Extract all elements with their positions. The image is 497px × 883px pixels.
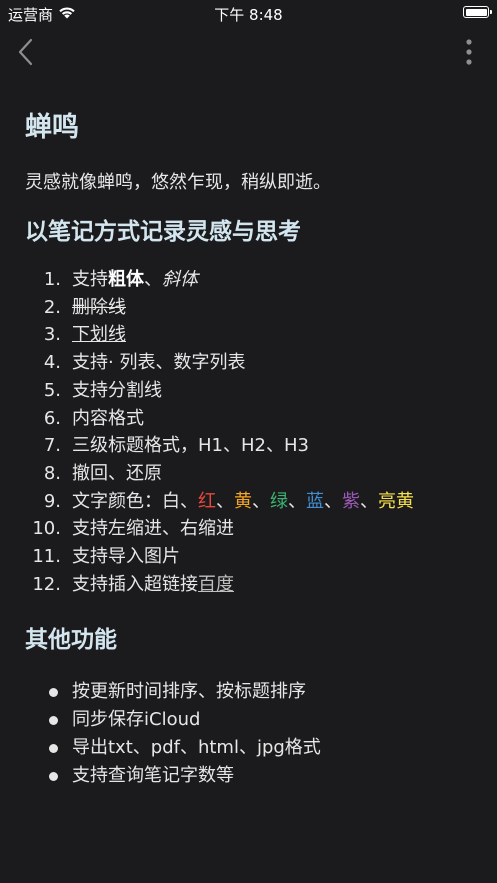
list-item: 导出txt、pdf、html、jpg格式 (25, 734, 475, 762)
list-item: 支持查询笔记字数等 (25, 762, 475, 790)
list-item-text: 按更新时间排序、按标题排序 (72, 681, 306, 703)
note-content[interactable]: 蝉鸣 灵感就像蝉鸣，悠然乍现，稍纵即逝。 以笔记方式记录灵感与思考 1. 支持粗… (25, 108, 475, 789)
list-item: 按更新时间排序、按标题排序 (25, 678, 475, 706)
list-item-text: 文字颜色：白、 (72, 490, 198, 512)
green-text: 绿 (270, 490, 288, 512)
list-number: 6. (43, 407, 61, 429)
list-item-text: 撤回、还原 (72, 462, 162, 484)
list-number: 8. (43, 462, 61, 484)
note-title: 蝉鸣 (25, 112, 79, 143)
list-item-text: 导出txt、pdf、html、jpg格式 (72, 736, 321, 758)
list-item: 1. 支持粗体、斜体 (25, 266, 475, 294)
list-number: 1. (43, 269, 61, 290)
list-item: 10. 支持左缩进、右缩进 (25, 515, 475, 543)
list-item-text: 同步保存iCloud (72, 709, 201, 731)
list-item: 2. 删除线 (25, 294, 475, 322)
strikethrough-text: 删除线 (72, 296, 126, 318)
status-bar: 运营商 下午 8:48 (0, 0, 497, 26)
purple-text: 紫 (342, 490, 360, 512)
list-number: 7. (43, 435, 61, 457)
list-item: 8. 撤回、还原 (25, 460, 475, 488)
underline-text: 下划线 (72, 324, 126, 346)
list-item-text: 支持插入超链接 (72, 573, 198, 595)
list-item-text: 支持左缩进、右缩进 (72, 518, 234, 540)
list-item: 同步保存iCloud (25, 706, 475, 734)
list-item-text: 内容格式 (72, 407, 144, 429)
separator-text: 、 (216, 490, 234, 512)
list-item: 11. 支持导入图片 (25, 543, 475, 571)
more-options-button[interactable] (463, 38, 475, 66)
back-button[interactable] (12, 34, 44, 70)
battery-icon (463, 6, 492, 18)
list-item-text: 支持导入图片 (72, 546, 180, 568)
list-item: 6. 内容格式 (25, 405, 475, 433)
blue-text: 蓝 (306, 490, 324, 512)
separator-text: 、 (144, 269, 162, 290)
separator-text: 、 (360, 490, 378, 512)
list-number: 5. (43, 379, 61, 401)
bullet-icon (49, 716, 58, 726)
list-item-text: 支持· 列表、数字列表 (72, 352, 246, 374)
list-item-text: 三级标题格式，H1、H2、H3 (72, 435, 309, 457)
list-number: 12. (32, 573, 61, 595)
status-time: 下午 8:48 (214, 6, 283, 24)
list-item-text: 支持分割线 (72, 379, 162, 401)
bullet-icon (49, 743, 58, 753)
numbered-list: 1. 支持粗体、斜体 2. 删除线 3. 下划线 4. 支持· 列表、数字列表 … (25, 266, 475, 598)
chevron-left-icon (18, 38, 33, 66)
section-heading-notes: 以笔记方式记录灵感与思考 (25, 219, 301, 245)
hyperlink[interactable]: 百度 (198, 574, 234, 595)
list-number: 4. (43, 352, 61, 374)
list-item: 7. 三级标题格式，H1、H2、H3 (25, 432, 475, 460)
navigation-bar (0, 26, 497, 78)
bullet-icon (49, 688, 58, 698)
separator-text: 、 (324, 490, 342, 512)
list-number: 2. (43, 296, 61, 318)
list-number: 10. (32, 518, 61, 540)
italic-text: 斜体 (162, 269, 198, 290)
bright-yellow-text: 亮黄 (378, 490, 414, 512)
list-item: 3. 下划线 (25, 321, 475, 349)
separator-text: 、 (252, 490, 270, 512)
list-item: 12. 支持插入超链接百度 (25, 571, 475, 599)
bold-text: 粗体 (108, 269, 144, 290)
yellow-text: 黄 (234, 490, 252, 512)
list-number: 9. (43, 490, 61, 512)
bullet-icon (49, 771, 58, 781)
bullet-list: 按更新时间排序、按标题排序 同步保存iCloud 导出txt、pdf、html、… (25, 678, 475, 789)
list-item: 5. 支持分割线 (25, 377, 475, 405)
list-number: 3. (43, 324, 61, 346)
section-heading-features: 其他功能 (25, 627, 117, 654)
more-vertical-icon (466, 39, 472, 65)
list-number: 11. (32, 546, 61, 568)
separator-text: 、 (288, 490, 306, 512)
note-intro: 灵感就像蝉鸣，悠然乍现，稍纵即逝。 (25, 172, 331, 193)
list-item-text: 支持 (72, 269, 108, 290)
list-item-text: 支持查询笔记字数等 (72, 764, 234, 786)
list-item: 4. 支持· 列表、数字列表 (25, 349, 475, 377)
red-text: 红 (198, 490, 216, 512)
list-item: 9. 文字颜色：白、红、黄、绿、蓝、紫、亮黄 (25, 488, 475, 516)
